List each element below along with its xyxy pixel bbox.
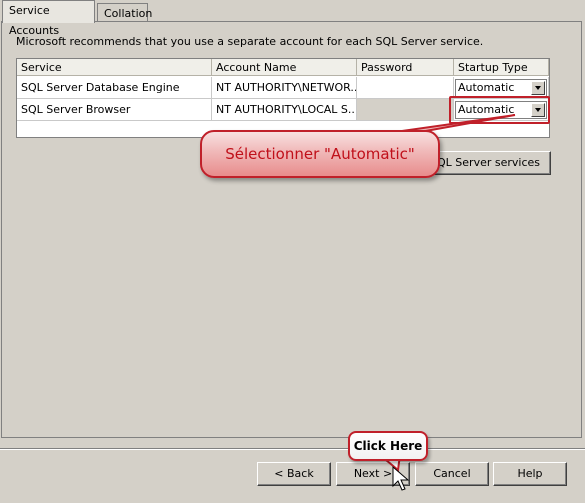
password-field [357,99,454,121]
column-header-startup-type[interactable]: Startup Type [454,59,549,76]
callout-select-automatic: Sélectionner "Automatic" [200,130,440,178]
tab-collation[interactable]: Collation [97,3,152,23]
startup-type-select[interactable]: Automatic [455,79,547,97]
intro-text: Microsoft recommends that you use a sepa… [16,35,484,48]
startup-type-value: Automatic [458,81,515,94]
footer-divider [0,448,585,450]
mouse-cursor-icon [392,466,410,491]
table-row-service: SQL Server Browser [17,99,212,121]
callout-click-here: Click Here [348,431,428,461]
password-field[interactable] [357,77,454,99]
highlight-box [449,96,550,124]
help-button[interactable]: Help [493,462,567,486]
column-header-account-name[interactable]: Account Name [212,59,357,76]
chevron-down-icon[interactable] [531,81,545,95]
table-row-service: SQL Server Database Engine [17,77,212,99]
column-header-service[interactable]: Service [17,59,212,76]
back-button[interactable]: < Back [257,462,331,486]
cancel-button[interactable]: Cancel [415,462,489,486]
account-name-field[interactable]: NT AUTHORITY\NETWOR... [212,77,357,99]
column-header-password[interactable]: Password [357,59,454,76]
tab-service-accounts[interactable]: Service Accounts [2,0,95,37]
account-name-field[interactable]: NT AUTHORITY\LOCAL S... [212,99,357,121]
